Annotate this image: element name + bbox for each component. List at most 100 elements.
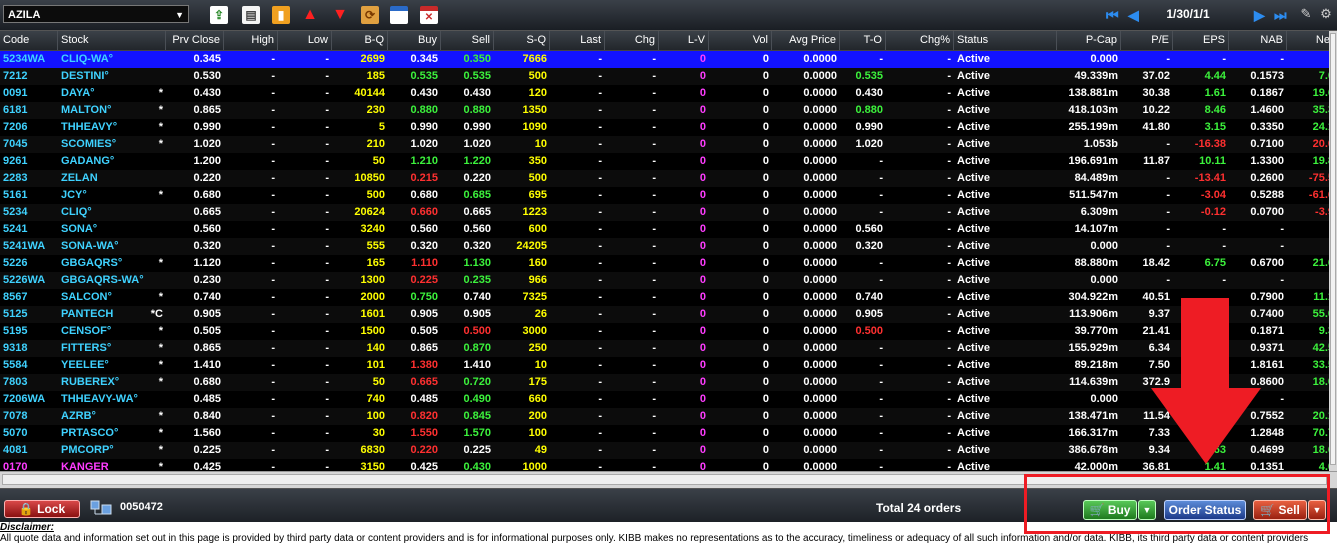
column-header-status[interactable]: Status: [954, 31, 1057, 50]
column-header-net[interactable]: Net: [1287, 31, 1329, 50]
column-header-low[interactable]: Low: [278, 31, 332, 50]
cell-sell: 1.410: [463, 359, 491, 371]
last-page-icon[interactable]: ⏭: [1274, 6, 1287, 24]
column-header-eps[interactable]: EPS: [1173, 31, 1229, 50]
column-header-stock[interactable]: Stock: [58, 31, 166, 50]
lock-button[interactable]: 🔒 Lock: [4, 500, 80, 518]
table-row[interactable]: 4081 PMCORP° * 0.225- -6830 0.220 0.225 49- -0 0 0…: [0, 442, 1329, 459]
cell-status: Active: [957, 240, 991, 252]
cell-buy: 0.865: [410, 342, 438, 354]
cell-last: -: [598, 393, 602, 405]
account-select-value: AZILA: [8, 9, 41, 21]
table-row[interactable]: 9318 FITTERS° * 0.865- -140 0.865 0.870 250- -0 0…: [0, 340, 1329, 357]
column-header-to[interactable]: T-O: [840, 31, 886, 50]
column-header-prv[interactable]: Prv Close: [166, 31, 224, 50]
table-row[interactable]: 9261 GADANG° 1.200 - - 50 1.210 1.220 350 - - 0 0 0.0…: [0, 153, 1329, 170]
table-row[interactable]: 5125 PANTECH *C 0.905- -1601 0.905 0.905 26- -0 0…: [0, 306, 1329, 323]
column-header-chg[interactable]: Chg: [605, 31, 659, 50]
column-header-sell[interactable]: Sell: [441, 31, 494, 50]
cell-vol: 0: [762, 87, 769, 99]
cell-avg: 0.0000: [803, 291, 837, 303]
column-header-buy[interactable]: Buy: [388, 31, 441, 50]
table-row[interactable]: 5195 CENSOF° * 0.505- -1500 0.505 0.500 3000- -0…: [0, 323, 1329, 340]
cell-chg: -: [652, 53, 656, 65]
column-header-sq[interactable]: S-Q: [494, 31, 550, 50]
column-header-bq[interactable]: B-Q: [332, 31, 388, 50]
column-header-nab[interactable]: NAB: [1229, 31, 1287, 50]
table-row[interactable]: 0091 DAYA° * 0.430- -40144 0.430 0.430 120- -0 0 0…: [0, 85, 1329, 102]
column-header-vol[interactable]: Vol: [709, 31, 772, 50]
table-row[interactable]: 5070 PRTASCO° * 1.560- -30 1.550 1.570 100- -0 0 0…: [0, 425, 1329, 442]
cell-avg: 0.0000: [803, 427, 837, 439]
table-row[interactable]: 5161 JCY° * 0.680- -500 0.680 0.685 695- -0 0 0.00…: [0, 187, 1329, 204]
cell-pcap: 386.678m: [1068, 444, 1118, 456]
cell-net: -3.9: [1315, 206, 1329, 218]
move-up-icon[interactable]: ▲: [301, 6, 319, 24]
table-row[interactable]: 5241 SONA° 0.560- -3240 0.560 0.560 600- -0 0 0.0…: [0, 221, 1329, 238]
cell-sell: 1.020: [463, 138, 491, 150]
column-header-avg[interactable]: Avg Price: [772, 31, 840, 50]
table-row[interactable]: 7206 THHEAVY° * 0.990- -5 0.990 0.990 1090- -0 0 0…: [0, 119, 1329, 136]
table-row[interactable]: 7206WA THHEAVY-WA° 0.485 - - 740 0.485 0.490 660…: [0, 391, 1329, 408]
cell-status: Active: [957, 427, 991, 439]
table-row[interactable]: 5234WA CLIQ-WA° 0.345- -2699 0.345 0.350 7666-…: [0, 51, 1329, 68]
previous-page-icon[interactable]: ◀: [1128, 6, 1139, 24]
table-row[interactable]: 5241WA SONA-WA° 0.320- -555 0.320 0.320 24205-…: [0, 238, 1329, 255]
cell-last: -: [598, 155, 602, 167]
column-header-pcap[interactable]: P-Cap: [1057, 31, 1121, 50]
next-page-icon[interactable]: ▶: [1254, 6, 1265, 24]
notes-icon[interactable]: ▮: [272, 6, 290, 24]
close-window-icon[interactable]: ✕: [420, 6, 438, 24]
cell-status: Active: [957, 291, 991, 303]
table-row[interactable]: 6181 MALTON° * 0.865- -230 0.880 0.880 1350- -0 0…: [0, 102, 1329, 119]
settings-icon[interactable]: ⚙: [1316, 4, 1336, 24]
table-row[interactable]: 8567 SALCON° * 0.740- -2000 0.750 0.740 7325- -0…: [0, 289, 1329, 306]
cell-nab: 0.0700: [1250, 206, 1284, 218]
column-header-chgp[interactable]: Chg%: [886, 31, 954, 50]
cell-pcap: 0.000: [1090, 393, 1118, 405]
cell-pcap: 1.053b: [1083, 138, 1118, 150]
export-icon[interactable]: ⇪: [210, 6, 228, 24]
table-row[interactable]: 7803 RUBEREX° * 0.680- -50 0.665 0.720 175- -0 0 0…: [0, 374, 1329, 391]
cell-low: -: [325, 427, 329, 439]
column-header-pe[interactable]: P/E: [1121, 31, 1173, 50]
table-row[interactable]: 7212 DESTINI° 0.530 - - 185 0.535 0.535 500 - - 0 0 0…: [0, 68, 1329, 85]
cell-vol: 0: [762, 189, 769, 201]
cell-buy: 0.425: [410, 461, 438, 471]
refresh-icon[interactable]: ⟳: [361, 6, 379, 24]
print-icon[interactable]: ▤: [242, 6, 260, 24]
cell-vol: 0: [762, 359, 769, 371]
table-row[interactable]: 2283 ZELAN 0.220 - - 10850 0.215 0.220 500 - - 0 0 0.…: [0, 170, 1329, 187]
table-row[interactable]: 7078 AZRB° * 0.840- -100 0.820 0.845 200- -0 0 0.0…: [0, 408, 1329, 425]
tools-icon[interactable]: ✎: [1296, 4, 1316, 24]
cell-sq: 500: [528, 172, 547, 184]
column-header-last[interactable]: Last: [550, 31, 605, 50]
vertical-scroll-thumb[interactable]: [1330, 33, 1336, 465]
move-down-icon[interactable]: ▼: [331, 6, 349, 24]
cell-pcap: 6.309m: [1080, 206, 1118, 218]
account-select[interactable]: AZILA ▼: [3, 5, 189, 23]
cell-nab: -: [1280, 223, 1284, 235]
cell-low: -: [325, 70, 329, 82]
column-header-lv[interactable]: L-V: [659, 31, 709, 50]
cell-pe: 41.80: [1142, 121, 1170, 133]
column-header-code[interactable]: Code: [0, 31, 58, 50]
table-row[interactable]: 0170 KANGER * 0.425- -3150 0.425 0.430 1000- -0 0…: [0, 459, 1329, 471]
cell-chg: -: [652, 104, 656, 116]
cell-pe: 11.87: [1143, 155, 1170, 167]
window-icon[interactable]: [390, 6, 408, 24]
cell-vol: 0: [762, 342, 769, 354]
cell-to: 0.560: [855, 223, 883, 235]
table-row[interactable]: 5226 GBGAQRS° * 1.120- -165 1.110 1.130 160- -0 0…: [0, 255, 1329, 272]
cell-bq: 230: [366, 104, 385, 116]
table-row[interactable]: 5584 YEELEE° * 1.410- -101 1.380 1.410 10- -0 0 0.…: [0, 357, 1329, 374]
vertical-scrollbar[interactable]: [1329, 31, 1337, 471]
cell-lv: 0: [699, 189, 706, 201]
cell-to: -: [879, 461, 883, 471]
table-row[interactable]: 5226WA GBGAQRS-WA° 0.230- -1300 0.225 0.235 96…: [0, 272, 1329, 289]
table-row[interactable]: 7045 SCOMIES° * 1.020- -210 1.020 1.020 10- -0 0 0…: [0, 136, 1329, 153]
first-page-icon[interactable]: ⏮: [1106, 6, 1119, 24]
cell-buy: 1.550: [410, 427, 438, 439]
column-header-high[interactable]: High: [224, 31, 278, 50]
table-row[interactable]: 5234 CLIQ° 0.665 - - 20624 0.660 0.665 1223 - - 0 0 0…: [0, 204, 1329, 221]
